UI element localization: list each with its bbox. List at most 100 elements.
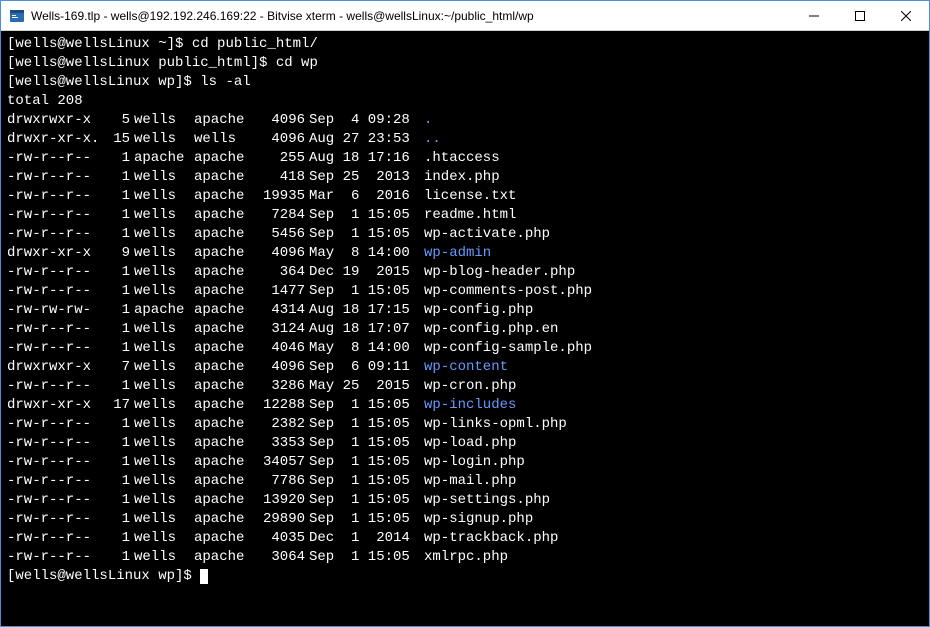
group: apache (190, 529, 250, 548)
filename: wp-admin (420, 244, 491, 263)
link-count: 1 (102, 434, 130, 453)
ls-entry: -rw-r--r--1wellsapache418Sep 25 2013inde… (7, 168, 923, 187)
permissions: -rw-r--r-- (7, 472, 102, 491)
permissions: -rw-r--r-- (7, 187, 102, 206)
total-line: total 208 (7, 92, 923, 111)
link-count: 1 (102, 453, 130, 472)
permissions: -rw-r--r-- (7, 415, 102, 434)
ls-entry: -rw-rw-rw-1apacheapache4314Aug 18 17:15w… (7, 301, 923, 320)
prompt-line: [wells@wellsLinux wp]$ (7, 567, 923, 586)
size: 1477 (250, 282, 305, 301)
filename: wp-trackback.php (420, 529, 558, 548)
close-button[interactable] (883, 1, 929, 31)
link-count: 1 (102, 206, 130, 225)
cursor-icon (200, 569, 208, 584)
date: Sep 1 15:05 (305, 472, 420, 491)
link-count: 1 (102, 149, 130, 168)
filename: . (420, 111, 432, 130)
filename: wp-config.php (420, 301, 533, 320)
link-count: 1 (102, 529, 130, 548)
permissions: -rw-r--r-- (7, 225, 102, 244)
group: apache (190, 168, 250, 187)
group: apache (190, 225, 250, 244)
ls-entry: drwxr-xr-x17wellsapache12288Sep 1 15:05w… (7, 396, 923, 415)
link-count: 1 (102, 339, 130, 358)
permissions: -rw-r--r-- (7, 149, 102, 168)
prompt-line: [wells@wellsLinux public_html]$ cd wp (7, 54, 923, 73)
owner: wells (130, 206, 190, 225)
terminal-area[interactable]: [wells@wellsLinux ~]$ cd public_html/[we… (1, 31, 929, 626)
link-count: 1 (102, 548, 130, 567)
filename: readme.html (420, 206, 516, 225)
permissions: drwxr-xr-x. (7, 130, 102, 149)
ls-entry: -rw-r--r--1wellsapache364Dec 19 2015wp-b… (7, 263, 923, 282)
minimize-button[interactable] (791, 1, 837, 31)
size: 4096 (250, 358, 305, 377)
date: Sep 1 15:05 (305, 206, 420, 225)
filename: wp-load.php (420, 434, 516, 453)
maximize-button[interactable] (837, 1, 883, 31)
ls-entry: -rw-r--r--1wellsapache5456Sep 1 15:05wp-… (7, 225, 923, 244)
link-count: 1 (102, 301, 130, 320)
filename: wp-config-sample.php (420, 339, 592, 358)
link-count: 15 (102, 130, 130, 149)
permissions: -rw-r--r-- (7, 453, 102, 472)
group: apache (190, 472, 250, 491)
size: 4046 (250, 339, 305, 358)
ls-entry: drwxr-xr-x.15wellswells4096Aug 27 23:53.… (7, 130, 923, 149)
group: apache (190, 320, 250, 339)
filename: .htaccess (420, 149, 500, 168)
group: apache (190, 187, 250, 206)
date: Dec 19 2015 (305, 263, 420, 282)
date: Sep 4 09:28 (305, 111, 420, 130)
size: 3286 (250, 377, 305, 396)
group: apache (190, 206, 250, 225)
ls-entry: -rw-r--r--1wellsapache7786Sep 1 15:05wp-… (7, 472, 923, 491)
link-count: 1 (102, 320, 130, 339)
link-count: 1 (102, 510, 130, 529)
link-count: 1 (102, 472, 130, 491)
link-count: 7 (102, 358, 130, 377)
permissions: -rw-r--r-- (7, 491, 102, 510)
group: wells (190, 130, 250, 149)
filename: wp-config.php.en (420, 320, 558, 339)
app-icon (9, 8, 25, 24)
size: 2382 (250, 415, 305, 434)
owner: wells (130, 168, 190, 187)
permissions: -rw-r--r-- (7, 529, 102, 548)
ls-entry: -rw-r--r--1wellsapache3286May 25 2015wp-… (7, 377, 923, 396)
date: Sep 1 15:05 (305, 415, 420, 434)
date: Sep 25 2013 (305, 168, 420, 187)
permissions: -rw-rw-rw- (7, 301, 102, 320)
ls-entry: -rw-r--r--1wellsapache3353Sep 1 15:05wp-… (7, 434, 923, 453)
filename: wp-content (420, 358, 508, 377)
ls-entry: -rw-r--r--1wellsapache29890Sep 1 15:05wp… (7, 510, 923, 529)
owner: wells (130, 263, 190, 282)
permissions: -rw-r--r-- (7, 282, 102, 301)
permissions: -rw-r--r-- (7, 548, 102, 567)
group: apache (190, 396, 250, 415)
prompt-line: [wells@wellsLinux wp]$ ls -al (7, 73, 923, 92)
command-text: cd public_html/ (192, 36, 318, 52)
ls-entry: -rw-r--r--1wellsapache1477Sep 1 15:05wp-… (7, 282, 923, 301)
ls-entry: -rw-r--r--1wellsapache2382Sep 1 15:05wp-… (7, 415, 923, 434)
prompt-line: [wells@wellsLinux ~]$ cd public_html/ (7, 35, 923, 54)
permissions: drwxrwxr-x (7, 111, 102, 130)
link-count: 1 (102, 491, 130, 510)
permissions: -rw-r--r-- (7, 263, 102, 282)
size: 418 (250, 168, 305, 187)
filename: wp-comments-post.php (420, 282, 592, 301)
group: apache (190, 149, 250, 168)
owner: wells (130, 358, 190, 377)
titlebar[interactable]: Wells-169.tlp - wells@192.192.246.169:22… (1, 1, 929, 31)
owner: wells (130, 320, 190, 339)
group: apache (190, 282, 250, 301)
command-text: cd wp (276, 55, 318, 71)
size: 5456 (250, 225, 305, 244)
filename: wp-cron.php (420, 377, 516, 396)
date: May 8 14:00 (305, 339, 420, 358)
filename: wp-activate.php (420, 225, 550, 244)
owner: wells (130, 434, 190, 453)
date: Sep 1 15:05 (305, 491, 420, 510)
filename: index.php (420, 168, 500, 187)
